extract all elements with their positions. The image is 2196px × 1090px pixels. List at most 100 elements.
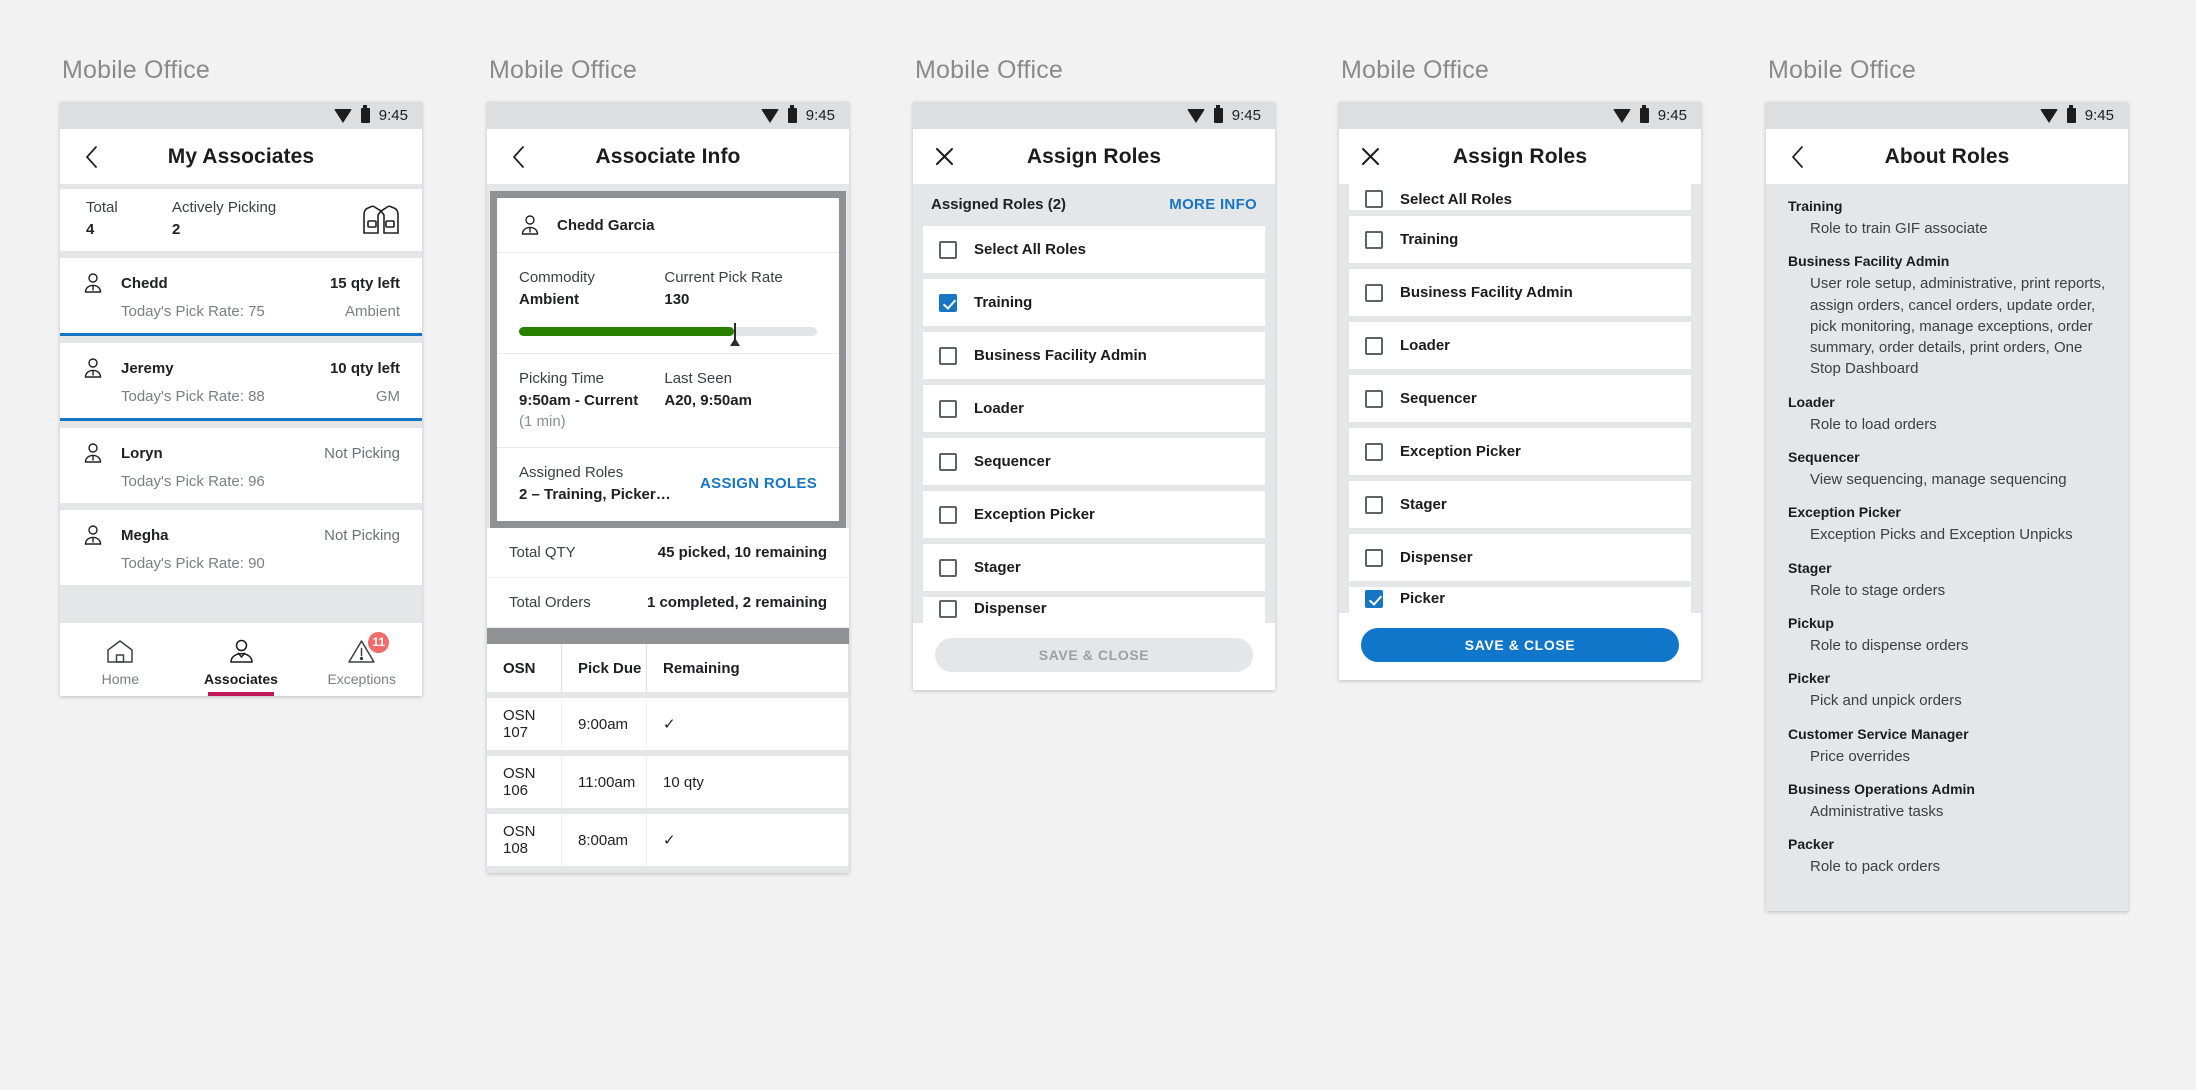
list-item[interactable]: Jeremy 10 qty left Today's Pick Rate: 88… bbox=[60, 343, 422, 421]
page-title: Associate Info bbox=[595, 144, 741, 168]
app-bar: About Roles bbox=[1766, 129, 2128, 184]
total-orders-value: 1 completed, 2 remaining bbox=[646, 594, 827, 611]
nav-item-exceptions[interactable]: 11 Exceptions bbox=[301, 623, 422, 696]
person-icon bbox=[82, 442, 104, 464]
role-label: Training bbox=[974, 294, 1033, 311]
table-row[interactable]: OSN 106 11:00am 10 qty bbox=[487, 750, 849, 808]
chevron-left-icon[interactable] bbox=[505, 144, 531, 170]
bottom-nav: Home Associates 11 Exceptions bbox=[60, 623, 422, 696]
role-description-item: Loader Role to load orders bbox=[1788, 394, 2106, 435]
role-description-item: Packer Role to pack orders bbox=[1788, 836, 2106, 877]
checkbox-icon[interactable] bbox=[939, 240, 957, 259]
role-checkbox-row[interactable]: Exception Picker bbox=[923, 491, 1265, 538]
list-item[interactable]: Megha Not Picking Today's Pick Rate: 90 bbox=[60, 510, 422, 585]
role-checkbox-row[interactable]: Sequencer bbox=[1349, 375, 1691, 422]
battery-icon bbox=[1639, 105, 1649, 123]
associate-commodity: Ambient bbox=[344, 303, 400, 320]
role-checkbox-row[interactable]: Exception Picker bbox=[1349, 428, 1691, 475]
table-row[interactable]: OSN 107 9:00am ✓ bbox=[487, 692, 849, 750]
panel-assign-roles: Mobile Office 9:45 Assign Roles Assigned… bbox=[913, 56, 1275, 690]
role-checkbox-row[interactable]: Stager bbox=[923, 544, 1265, 591]
panel-associate-info: Mobile Office 9:45 Associate Info Chedd … bbox=[487, 56, 849, 873]
checkbox-icon[interactable] bbox=[1365, 389, 1383, 408]
checkbox-icon[interactable] bbox=[1365, 190, 1383, 208]
assigned-roles-subheader: Assigned Roles (2) MORE INFO bbox=[913, 184, 1275, 224]
battery-icon bbox=[360, 105, 370, 123]
checkbox-icon[interactable] bbox=[939, 600, 957, 618]
save-and-close-button[interactable]: SAVE & CLOSE bbox=[935, 638, 1253, 672]
checkbox-icon[interactable] bbox=[939, 346, 957, 365]
battery-icon bbox=[2066, 105, 2076, 123]
role-description: Exception Picks and Exception Unpicks bbox=[1810, 526, 2073, 544]
role-checkbox-row[interactable]: Dispenser bbox=[1349, 534, 1691, 581]
checkbox-checked-icon[interactable] bbox=[939, 293, 957, 312]
pick-rate-block: Current Pick Rate 130 bbox=[664, 269, 817, 308]
assigned-roles-count: Assigned Roles (2) bbox=[931, 195, 1067, 213]
associate-full-name: Chedd Garcia bbox=[557, 216, 655, 234]
save-and-close-button[interactable]: SAVE & CLOSE bbox=[1361, 628, 1679, 662]
role-label: Exception Picker bbox=[1400, 443, 1521, 460]
associate-qty: 10 qty left bbox=[329, 359, 400, 377]
checkbox-checked-icon[interactable] bbox=[1365, 590, 1383, 608]
role-checkbox-row[interactable]: Business Facility Admin bbox=[923, 332, 1265, 379]
role-checkbox-row[interactable]: Sequencer bbox=[923, 438, 1265, 485]
role-title: Stager bbox=[1788, 559, 1832, 576]
summary-active-value: 2 bbox=[172, 221, 181, 238]
summary-total-value: 4 bbox=[86, 221, 95, 238]
summary-bar: Total 4 Actively Picking 2 bbox=[60, 189, 422, 251]
window-title: Mobile Office bbox=[489, 56, 638, 84]
roles-list: Select All Roles Training Business Facil… bbox=[1339, 184, 1701, 613]
checkbox-icon[interactable] bbox=[1365, 230, 1383, 249]
chevron-left-icon[interactable] bbox=[78, 144, 104, 170]
role-description-item: Exception Picker Exception Picks and Exc… bbox=[1788, 504, 2106, 545]
close-icon[interactable] bbox=[931, 144, 957, 170]
role-label: Stager bbox=[974, 559, 1021, 576]
progress-fill bbox=[519, 327, 734, 336]
nav-item-home[interactable]: Home bbox=[60, 623, 181, 696]
checkbox-icon[interactable] bbox=[1365, 283, 1383, 302]
checkbox-icon[interactable] bbox=[939, 505, 957, 524]
role-label: Business Facility Admin bbox=[974, 347, 1147, 364]
role-checkbox-row[interactable]: Loader bbox=[923, 385, 1265, 432]
window-title: Mobile Office bbox=[62, 56, 211, 84]
role-title: Sequencer bbox=[1788, 449, 1860, 466]
checkbox-icon[interactable] bbox=[1365, 548, 1383, 567]
associate-name: Megha bbox=[121, 526, 169, 544]
assign-roles-button[interactable]: ASSIGN ROLES bbox=[700, 475, 817, 492]
role-checkbox-row[interactable]: Select All Roles bbox=[923, 226, 1265, 273]
role-checkbox-row[interactable]: Loader bbox=[1349, 322, 1691, 369]
role-checkbox-row[interactable]: Business Facility Admin bbox=[1349, 269, 1691, 316]
checkbox-icon[interactable] bbox=[1365, 495, 1383, 514]
role-checkbox-row[interactable]: Picker bbox=[1349, 587, 1691, 613]
table-row[interactable]: OSN 108 8:00am ✓ bbox=[487, 808, 849, 866]
role-checkbox-row[interactable]: Dispenser bbox=[923, 597, 1265, 623]
last-seen-value: A20, 9:50am bbox=[664, 392, 752, 409]
checkbox-icon[interactable] bbox=[939, 399, 957, 418]
role-checkbox-row[interactable]: Training bbox=[923, 279, 1265, 326]
role-description: Role to dispense orders bbox=[1810, 636, 1969, 654]
phone-frame: 9:45 Assign Roles Select All Roles Train… bbox=[1339, 102, 1701, 680]
cell-osn: OSN 106 bbox=[487, 756, 562, 808]
close-icon[interactable] bbox=[1357, 144, 1383, 170]
role-description-item: Picker Pick and unpick orders bbox=[1788, 670, 2106, 711]
role-checkbox-row[interactable]: Select All Roles bbox=[1349, 184, 1691, 210]
list-item[interactable]: Loryn Not Picking Today's Pick Rate: 96 bbox=[60, 428, 422, 503]
wifi-icon bbox=[2039, 108, 2058, 123]
more-info-button[interactable]: MORE INFO bbox=[1169, 196, 1257, 213]
role-label: Dispenser bbox=[1400, 549, 1473, 566]
nav-item-associates[interactable]: Associates bbox=[181, 623, 302, 696]
checkbox-icon[interactable] bbox=[1365, 336, 1383, 355]
associate-pick-rate: Today's Pick Rate: 75 bbox=[121, 303, 265, 320]
total-orders-label: Total Orders bbox=[509, 594, 591, 611]
list-item[interactable]: Chedd 15 qty left Today's Pick Rate: 75 … bbox=[60, 258, 422, 336]
wifi-icon bbox=[333, 108, 352, 123]
chevron-left-icon[interactable] bbox=[1784, 144, 1810, 170]
checkbox-icon[interactable] bbox=[939, 558, 957, 577]
role-description: Role to pack orders bbox=[1810, 858, 1941, 876]
assigned-roles-value: 2 – Training, Picker… bbox=[519, 486, 671, 503]
nav-selected-indicator bbox=[207, 692, 275, 696]
checkbox-icon[interactable] bbox=[939, 452, 957, 471]
checkbox-icon[interactable] bbox=[1365, 442, 1383, 461]
role-checkbox-row[interactable]: Training bbox=[1349, 216, 1691, 263]
role-checkbox-row[interactable]: Stager bbox=[1349, 481, 1691, 528]
